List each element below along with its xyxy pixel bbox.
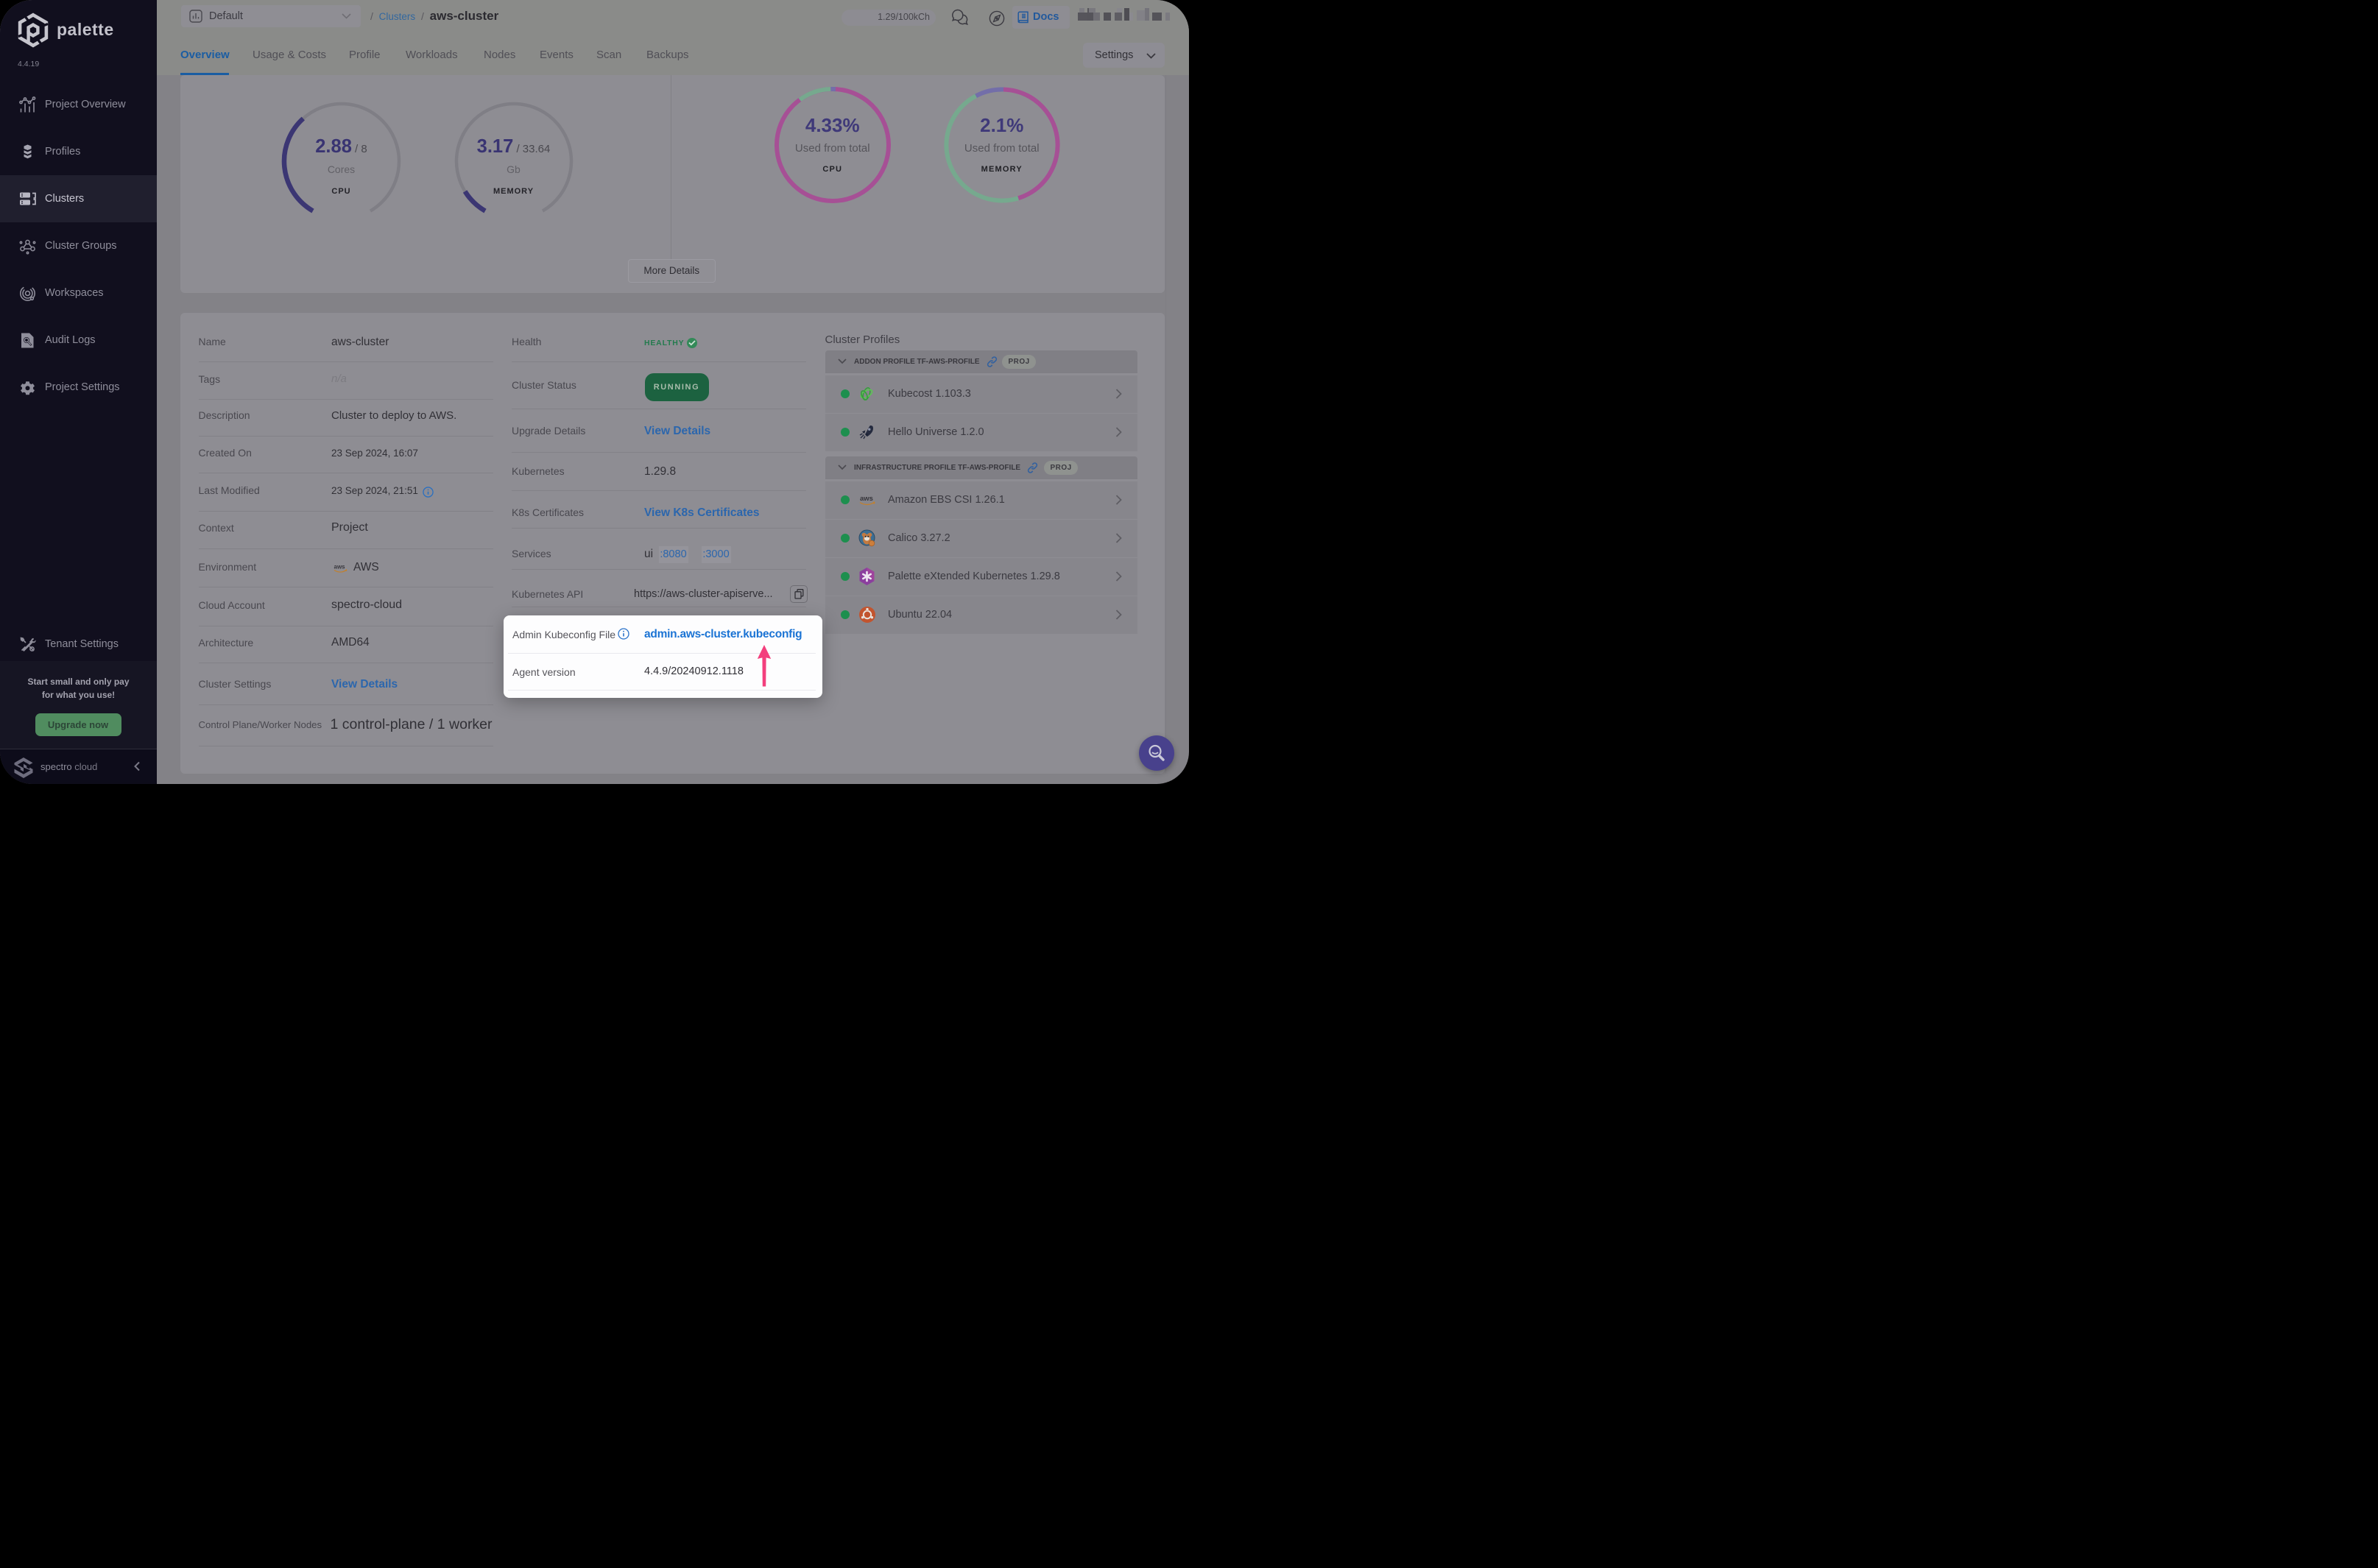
svg-text:aws: aws [860,495,873,503]
svg-text:aws: aws [334,564,346,571]
